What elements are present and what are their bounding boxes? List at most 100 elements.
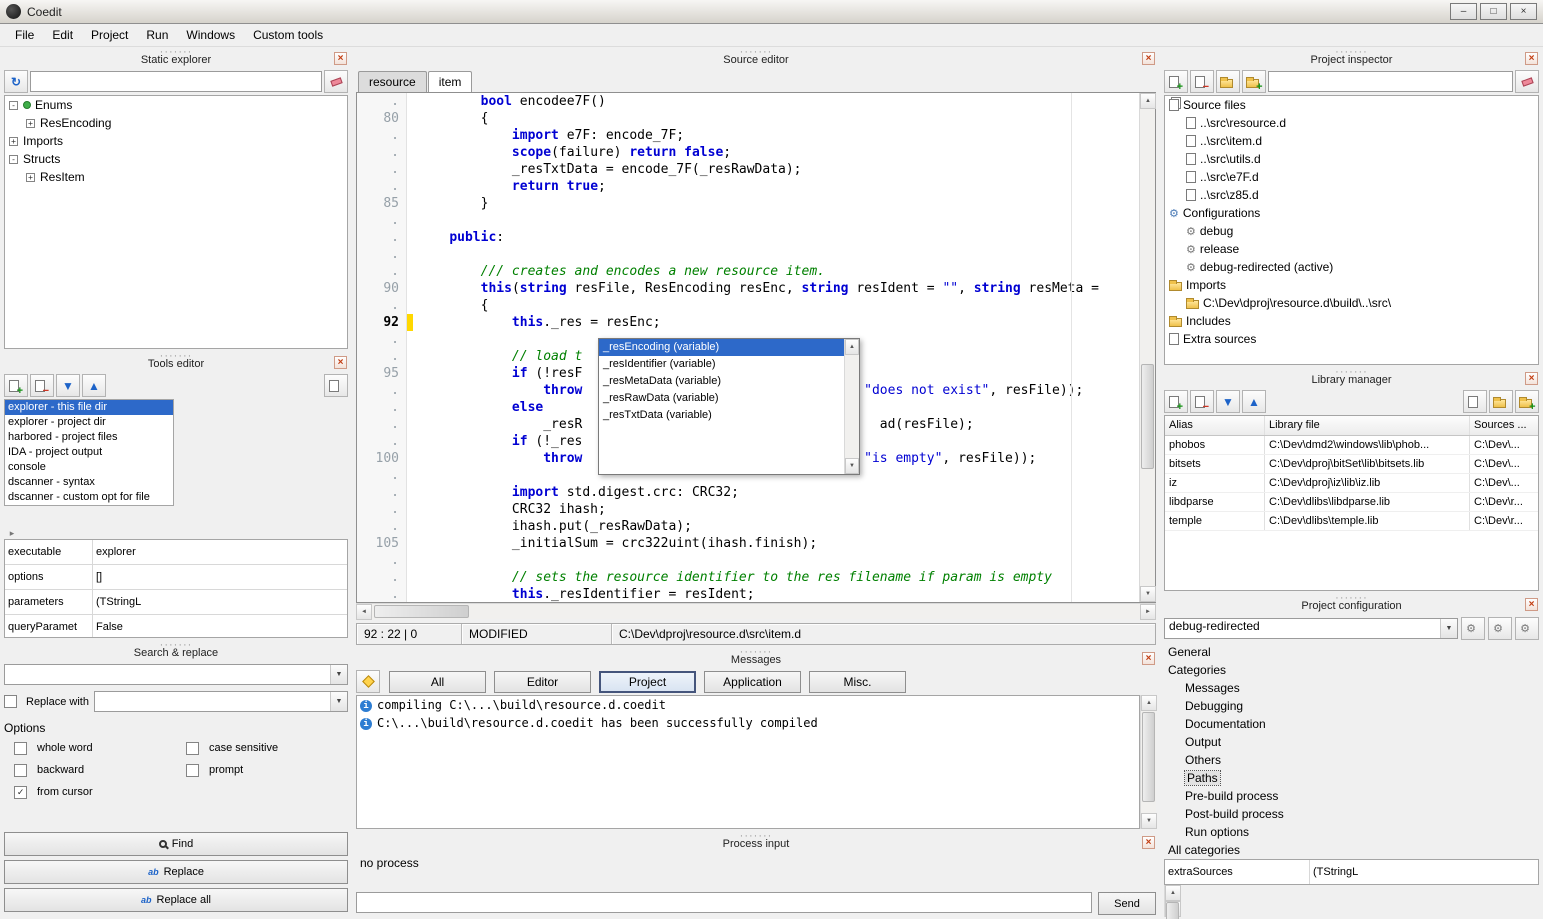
symbol-search-input[interactable] (30, 71, 322, 92)
inspector-tree-item[interactable]: ⚙debug-redirected (active) (1165, 258, 1538, 276)
scroll-down-icon[interactable]: ▼ (1140, 586, 1156, 602)
code-line[interactable]: . scope(failure) return false; (357, 144, 1139, 161)
filter-application[interactable]: Application (704, 671, 801, 693)
category-item[interactable]: Output (1164, 733, 1322, 751)
category-item[interactable]: Messages (1164, 679, 1322, 697)
search-combo[interactable]: ▼ (4, 664, 348, 685)
scroll-left-icon[interactable]: ◄ (356, 604, 372, 620)
minimize-button[interactable]: – (1450, 3, 1477, 20)
add-library-folder-button[interactable] (1515, 390, 1539, 413)
category-item[interactable]: Documentation (1164, 715, 1322, 733)
category-item[interactable]: Paths (1164, 769, 1322, 787)
reset-config-button[interactable]: ⚙ (1515, 617, 1539, 640)
message-row[interactable]: icompiling C:\...\build\resource.d.coedi… (357, 696, 1139, 714)
filter-misc[interactable]: Misc. (809, 671, 906, 693)
scroll-down-icon[interactable]: ▼ (845, 458, 859, 474)
configuration-scrollbar[interactable]: ▲ ▼ (1164, 885, 1180, 917)
category-item[interactable]: General (1164, 643, 1322, 661)
library-row[interactable]: izC:\Dev\dproj\iz\lib\iz.libC:\Dev\... (1165, 474, 1538, 493)
inspector-tree-item[interactable]: Extra sources (1165, 330, 1538, 348)
filter-all[interactable]: All (389, 671, 486, 693)
checkbox-from-cursor[interactable]: ✓from cursor (4, 781, 176, 803)
expander-icon[interactable]: + (26, 173, 35, 182)
menu-file[interactable]: File (6, 25, 43, 45)
property-value[interactable]: explorer (93, 540, 347, 564)
symbol-tree-item[interactable]: +ResEncoding (5, 114, 347, 132)
editor-horizontal-scrollbar[interactable]: ◄ ► (356, 603, 1156, 619)
send-button[interactable]: Send (1098, 892, 1156, 915)
move-library-down-button[interactable]: ▼ (1216, 390, 1240, 413)
expander-icon[interactable]: - (9, 155, 18, 164)
category-item[interactable]: Categories (1164, 661, 1322, 679)
tab-item[interactable]: item (428, 71, 473, 93)
edit-filter-button[interactable] (1515, 70, 1539, 93)
completion-item[interactable]: _resIdentifier (variable) (599, 356, 844, 373)
inspector-tree-item[interactable]: Source files (1165, 96, 1538, 114)
add-tool-button[interactable] (4, 374, 28, 397)
code-line[interactable]: . (357, 246, 1139, 263)
code-line[interactable]: . return true; (357, 178, 1139, 195)
inspector-filter-input[interactable] (1268, 71, 1513, 92)
find-button[interactable]: Find (4, 832, 348, 856)
scrollbar-track[interactable] (845, 355, 859, 458)
property-row[interactable]: queryParametFalse (5, 615, 347, 638)
tool-item[interactable]: dscanner - syntax (5, 475, 173, 490)
move-tool-up-button[interactable]: ▲ (82, 374, 106, 397)
inspector-tree-item[interactable]: ..\src\item.d (1165, 132, 1538, 150)
open-library-file-button[interactable] (1489, 390, 1513, 413)
expander-icon[interactable]: + (26, 119, 35, 128)
remove-config-button[interactable] (1190, 70, 1214, 93)
inspector-tree-item[interactable]: ⚙Configurations (1165, 204, 1538, 222)
menu-windows[interactable]: Windows (177, 25, 244, 45)
inspector-tree-item[interactable]: ⚙debug (1165, 222, 1538, 240)
completion-scrollbar[interactable]: ▲ ▼ (844, 339, 859, 474)
tool-item[interactable]: console (5, 460, 173, 475)
scroll-up-icon[interactable]: ▲ (1140, 93, 1156, 109)
code-line[interactable]: 85 } (357, 195, 1139, 212)
library-row[interactable]: phobosC:\Dev\dmd2\windows\lib\phob...C:\… (1165, 436, 1538, 455)
code-line[interactable]: 92 this._res = resEnc; (357, 314, 1139, 331)
code-line[interactable]: . public: (357, 229, 1139, 246)
move-tool-down-button[interactable]: ▼ (56, 374, 80, 397)
scrollbar-thumb[interactable] (1142, 712, 1155, 802)
code-line[interactable]: 105 _initialSum = crc322uint(ihash.finis… (357, 535, 1139, 552)
library-row[interactable]: bitsetsC:\Dev\dproj\bitSet\lib\bitsets.l… (1165, 455, 1538, 474)
code-line[interactable]: . { (357, 297, 1139, 314)
expander-icon[interactable]: + (9, 137, 18, 146)
replace-all-button[interactable]: ab Replace all (4, 888, 348, 912)
completion-item[interactable]: _resRawData (variable) (599, 390, 844, 407)
scroll-down-icon[interactable]: ▼ (1141, 813, 1157, 829)
tool-item[interactable]: explorer - this file dir (5, 400, 173, 415)
property-row[interactable]: extraSources(TStringL (1165, 860, 1538, 885)
close-button[interactable]: × (1510, 3, 1537, 20)
panel-close-icon[interactable]: × (1525, 598, 1538, 611)
panel-close-icon[interactable]: × (334, 52, 347, 65)
run-tool-button[interactable] (324, 374, 348, 397)
completion-item[interactable]: _resEncoding (variable) (599, 339, 844, 356)
code-line[interactable]: . _resTxtData = encode_7F(_resRawData); (357, 161, 1139, 178)
code-line[interactable]: . import e7F: encode_7F; (357, 127, 1139, 144)
menu-edit[interactable]: Edit (43, 25, 82, 45)
scroll-right-icon[interactable]: ► (1140, 604, 1156, 620)
add-folder-button[interactable] (1242, 70, 1266, 93)
add-library-button[interactable] (1164, 390, 1188, 413)
replace-combo[interactable]: ▼ (94, 691, 348, 712)
maximize-button[interactable]: □ (1480, 3, 1507, 20)
tool-item[interactable]: explorer - project dir (5, 415, 173, 430)
library-column-header[interactable]: Library file (1265, 416, 1470, 435)
inspector-tree-item[interactable]: ..\src\utils.d (1165, 150, 1538, 168)
property-row[interactable]: parameters(TStringL (5, 590, 347, 615)
replace-button[interactable]: ab Replace (4, 860, 348, 884)
tab-resource[interactable]: resource (358, 71, 427, 92)
property-value[interactable]: [] (93, 565, 347, 589)
add-source-button[interactable] (1216, 70, 1240, 93)
inspector-tree-item[interactable]: ..\src\resource.d (1165, 114, 1538, 132)
library-column-header[interactable]: Sources ... (1470, 416, 1538, 435)
replace-with-checkbox[interactable]: Replace with (4, 695, 89, 708)
filter-editor[interactable]: Editor (494, 671, 591, 693)
category-item[interactable]: Debugging (1164, 697, 1322, 715)
search-input[interactable] (5, 665, 330, 684)
edit-library-button[interactable] (1463, 390, 1487, 413)
code-line[interactable]: . /// creates and encodes a new resource… (357, 263, 1139, 280)
tools-splitter[interactable]: ▸ (4, 506, 20, 539)
